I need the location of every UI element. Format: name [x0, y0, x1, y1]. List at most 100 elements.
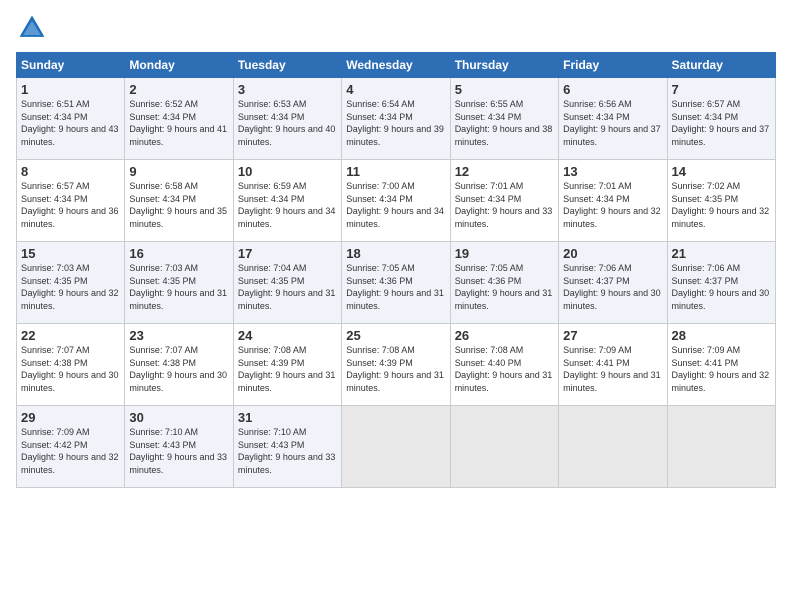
day-cell: 29 Sunrise: 7:09 AMSunset: 4:42 PMDaylig…	[17, 406, 125, 488]
day-number: 5	[455, 82, 554, 97]
header-cell-tuesday: Tuesday	[233, 53, 341, 78]
day-info: Sunrise: 6:55 AMSunset: 4:34 PMDaylight:…	[455, 99, 553, 147]
day-number: 23	[129, 328, 228, 343]
day-number: 15	[21, 246, 120, 261]
day-cell	[450, 406, 558, 488]
day-info: Sunrise: 7:05 AMSunset: 4:36 PMDaylight:…	[346, 263, 444, 311]
day-info: Sunrise: 6:51 AMSunset: 4:34 PMDaylight:…	[21, 99, 119, 147]
day-number: 18	[346, 246, 445, 261]
day-cell: 30 Sunrise: 7:10 AMSunset: 4:43 PMDaylig…	[125, 406, 233, 488]
day-info: Sunrise: 6:56 AMSunset: 4:34 PMDaylight:…	[563, 99, 661, 147]
day-info: Sunrise: 7:09 AMSunset: 4:42 PMDaylight:…	[21, 427, 119, 475]
day-number: 16	[129, 246, 228, 261]
day-cell: 17 Sunrise: 7:04 AMSunset: 4:35 PMDaylig…	[233, 242, 341, 324]
day-cell: 12 Sunrise: 7:01 AMSunset: 4:34 PMDaylig…	[450, 160, 558, 242]
calendar-table: SundayMondayTuesdayWednesdayThursdayFrid…	[16, 52, 776, 488]
logo-icon	[16, 12, 48, 44]
week-row-2: 8 Sunrise: 6:57 AMSunset: 4:34 PMDayligh…	[17, 160, 776, 242]
header-cell-thursday: Thursday	[450, 53, 558, 78]
day-info: Sunrise: 7:10 AMSunset: 4:43 PMDaylight:…	[129, 427, 227, 475]
header-cell-saturday: Saturday	[667, 53, 775, 78]
day-info: Sunrise: 7:06 AMSunset: 4:37 PMDaylight:…	[563, 263, 661, 311]
day-cell: 19 Sunrise: 7:05 AMSunset: 4:36 PMDaylig…	[450, 242, 558, 324]
day-number: 10	[238, 164, 337, 179]
day-info: Sunrise: 7:10 AMSunset: 4:43 PMDaylight:…	[238, 427, 336, 475]
day-info: Sunrise: 7:01 AMSunset: 4:34 PMDaylight:…	[563, 181, 661, 229]
day-info: Sunrise: 6:53 AMSunset: 4:34 PMDaylight:…	[238, 99, 336, 147]
day-number: 29	[21, 410, 120, 425]
day-cell: 13 Sunrise: 7:01 AMSunset: 4:34 PMDaylig…	[559, 160, 667, 242]
day-cell: 20 Sunrise: 7:06 AMSunset: 4:37 PMDaylig…	[559, 242, 667, 324]
day-info: Sunrise: 7:07 AMSunset: 4:38 PMDaylight:…	[21, 345, 119, 393]
day-info: Sunrise: 7:07 AMSunset: 4:38 PMDaylight:…	[129, 345, 227, 393]
day-number: 31	[238, 410, 337, 425]
day-info: Sunrise: 7:03 AMSunset: 4:35 PMDaylight:…	[129, 263, 227, 311]
day-info: Sunrise: 6:57 AMSunset: 4:34 PMDaylight:…	[21, 181, 119, 229]
logo	[16, 12, 52, 44]
day-number: 11	[346, 164, 445, 179]
day-number: 19	[455, 246, 554, 261]
day-number: 20	[563, 246, 662, 261]
header-cell-wednesday: Wednesday	[342, 53, 450, 78]
day-number: 3	[238, 82, 337, 97]
day-number: 28	[672, 328, 771, 343]
day-cell: 18 Sunrise: 7:05 AMSunset: 4:36 PMDaylig…	[342, 242, 450, 324]
day-info: Sunrise: 7:06 AMSunset: 4:37 PMDaylight:…	[672, 263, 770, 311]
week-row-4: 22 Sunrise: 7:07 AMSunset: 4:38 PMDaylig…	[17, 324, 776, 406]
day-cell: 4 Sunrise: 6:54 AMSunset: 4:34 PMDayligh…	[342, 78, 450, 160]
day-info: Sunrise: 6:52 AMSunset: 4:34 PMDaylight:…	[129, 99, 227, 147]
day-info: Sunrise: 7:09 AMSunset: 4:41 PMDaylight:…	[672, 345, 770, 393]
day-number: 26	[455, 328, 554, 343]
day-cell: 5 Sunrise: 6:55 AMSunset: 4:34 PMDayligh…	[450, 78, 558, 160]
day-number: 21	[672, 246, 771, 261]
day-cell: 2 Sunrise: 6:52 AMSunset: 4:34 PMDayligh…	[125, 78, 233, 160]
header-cell-sunday: Sunday	[17, 53, 125, 78]
day-cell: 21 Sunrise: 7:06 AMSunset: 4:37 PMDaylig…	[667, 242, 775, 324]
day-cell: 10 Sunrise: 6:59 AMSunset: 4:34 PMDaylig…	[233, 160, 341, 242]
header-cell-monday: Monday	[125, 53, 233, 78]
day-info: Sunrise: 7:03 AMSunset: 4:35 PMDaylight:…	[21, 263, 119, 311]
day-info: Sunrise: 7:08 AMSunset: 4:40 PMDaylight:…	[455, 345, 553, 393]
day-cell	[667, 406, 775, 488]
day-number: 24	[238, 328, 337, 343]
week-row-3: 15 Sunrise: 7:03 AMSunset: 4:35 PMDaylig…	[17, 242, 776, 324]
day-cell: 27 Sunrise: 7:09 AMSunset: 4:41 PMDaylig…	[559, 324, 667, 406]
day-number: 8	[21, 164, 120, 179]
day-info: Sunrise: 7:02 AMSunset: 4:35 PMDaylight:…	[672, 181, 770, 229]
day-cell: 1 Sunrise: 6:51 AMSunset: 4:34 PMDayligh…	[17, 78, 125, 160]
day-cell: 7 Sunrise: 6:57 AMSunset: 4:34 PMDayligh…	[667, 78, 775, 160]
header-cell-friday: Friday	[559, 53, 667, 78]
day-info: Sunrise: 6:54 AMSunset: 4:34 PMDaylight:…	[346, 99, 444, 147]
day-cell	[559, 406, 667, 488]
day-cell: 3 Sunrise: 6:53 AMSunset: 4:34 PMDayligh…	[233, 78, 341, 160]
header	[16, 12, 776, 44]
day-number: 27	[563, 328, 662, 343]
day-cell: 31 Sunrise: 7:10 AMSunset: 4:43 PMDaylig…	[233, 406, 341, 488]
day-info: Sunrise: 7:08 AMSunset: 4:39 PMDaylight:…	[346, 345, 444, 393]
day-info: Sunrise: 6:59 AMSunset: 4:34 PMDaylight:…	[238, 181, 336, 229]
day-cell: 6 Sunrise: 6:56 AMSunset: 4:34 PMDayligh…	[559, 78, 667, 160]
day-info: Sunrise: 6:57 AMSunset: 4:34 PMDaylight:…	[672, 99, 770, 147]
day-number: 9	[129, 164, 228, 179]
day-number: 4	[346, 82, 445, 97]
day-number: 7	[672, 82, 771, 97]
day-info: Sunrise: 6:58 AMSunset: 4:34 PMDaylight:…	[129, 181, 227, 229]
day-cell: 26 Sunrise: 7:08 AMSunset: 4:40 PMDaylig…	[450, 324, 558, 406]
day-cell: 22 Sunrise: 7:07 AMSunset: 4:38 PMDaylig…	[17, 324, 125, 406]
day-cell: 14 Sunrise: 7:02 AMSunset: 4:35 PMDaylig…	[667, 160, 775, 242]
day-number: 13	[563, 164, 662, 179]
day-number: 1	[21, 82, 120, 97]
day-number: 22	[21, 328, 120, 343]
day-cell: 11 Sunrise: 7:00 AMSunset: 4:34 PMDaylig…	[342, 160, 450, 242]
day-number: 14	[672, 164, 771, 179]
day-number: 6	[563, 82, 662, 97]
header-row: SundayMondayTuesdayWednesdayThursdayFrid…	[17, 53, 776, 78]
day-info: Sunrise: 7:05 AMSunset: 4:36 PMDaylight:…	[455, 263, 553, 311]
day-cell: 23 Sunrise: 7:07 AMSunset: 4:38 PMDaylig…	[125, 324, 233, 406]
page: SundayMondayTuesdayWednesdayThursdayFrid…	[0, 0, 792, 612]
day-cell: 9 Sunrise: 6:58 AMSunset: 4:34 PMDayligh…	[125, 160, 233, 242]
day-info: Sunrise: 7:00 AMSunset: 4:34 PMDaylight:…	[346, 181, 444, 229]
day-cell: 8 Sunrise: 6:57 AMSunset: 4:34 PMDayligh…	[17, 160, 125, 242]
day-info: Sunrise: 7:01 AMSunset: 4:34 PMDaylight:…	[455, 181, 553, 229]
week-row-5: 29 Sunrise: 7:09 AMSunset: 4:42 PMDaylig…	[17, 406, 776, 488]
